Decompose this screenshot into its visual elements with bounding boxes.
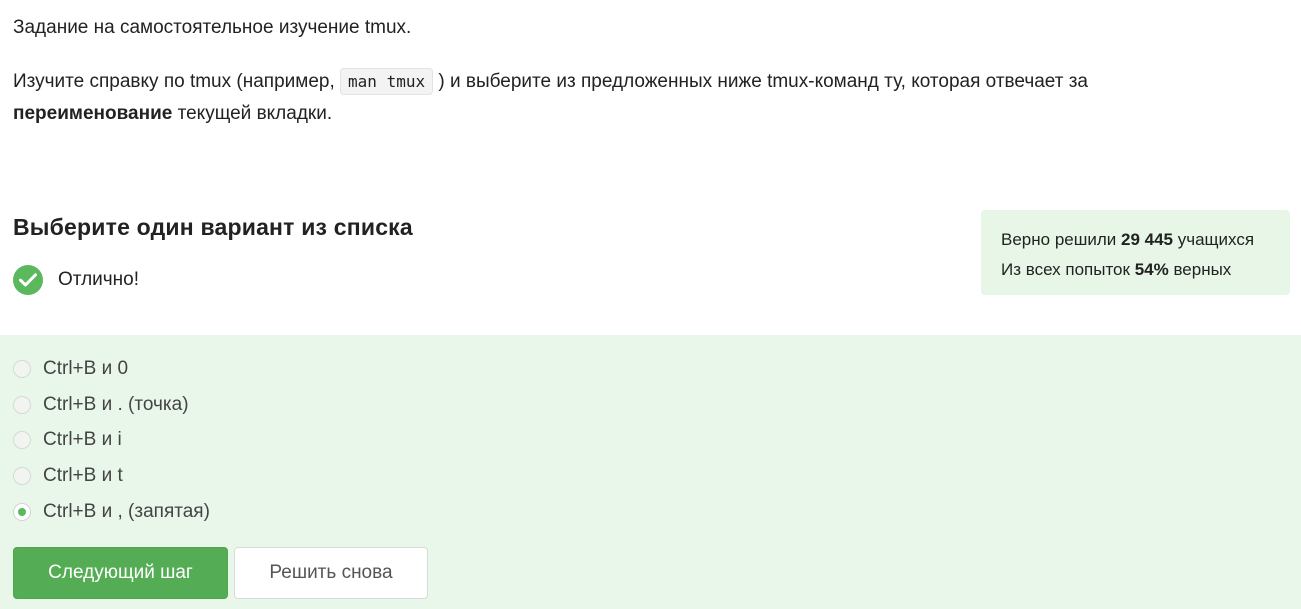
option-label[interactable]: Ctrl+B и . (точка) [43,394,189,416]
solve-stats-box: Верно решили 29 445 учащихся Из всех поп… [981,210,1290,295]
stats-solved-suffix: учащихся [1173,230,1255,249]
check-circle-icon [13,265,43,295]
choose-heading: Выберите один вариант из списка [13,214,413,240]
option-label[interactable]: Ctrl+B и 0 [43,358,128,380]
option-label[interactable]: Ctrl+B и , (запятая) [43,501,210,523]
task-title: Задание на самостоятельное изучение tmux… [13,17,412,38]
retry-button[interactable]: Решить снова [234,547,428,599]
option-ctrl-b-dot[interactable]: Ctrl+B и . (точка) [13,393,189,417]
result-text: Отлично! [58,269,140,290]
option-ctrl-b-i[interactable]: Ctrl+B и i [13,428,122,452]
radio-selected-dot [18,508,26,516]
quiz-step-page: Задание на самостоятельное изучение tmux… [0,0,1301,609]
task-description: Изучите справку по tmux (например, man t… [13,66,1283,130]
stats-solved-line: Верно решили 29 445 учащихся [1001,225,1290,255]
option-label[interactable]: Ctrl+B и i [43,429,122,451]
stats-percent-line: Из всех попыток 54% верных [1001,255,1290,285]
radio-button-selected[interactable] [13,503,31,521]
inline-code: man tmux [340,68,434,95]
stats-percent-prefix: Из всех попыток [1001,260,1135,279]
stats-solved-prefix: Верно решили [1001,230,1121,249]
option-ctrl-b-0[interactable]: Ctrl+B и 0 [13,357,128,381]
task-text-end: текущей вкладки. [172,103,333,124]
next-step-button[interactable]: Следующий шаг [13,547,228,599]
option-ctrl-b-t[interactable]: Ctrl+B и t [13,464,123,488]
option-ctrl-b-comma[interactable]: Ctrl+B и , (запятая) [13,500,210,524]
task-bold-word: переименование [13,103,173,124]
radio-button[interactable] [13,467,31,485]
task-text-after-code: ) и выберите из предложенных ниже tmux-к… [438,71,1088,92]
option-label[interactable]: Ctrl+B и t [43,465,123,487]
stats-solved-count: 29 445 [1121,230,1173,249]
radio-button[interactable] [13,360,31,378]
radio-button[interactable] [13,396,31,414]
stats-percent-suffix: верных [1168,260,1232,279]
task-text-before-code: Изучите справку по tmux (например, [13,71,341,92]
radio-button[interactable] [13,431,31,449]
result-feedback: Отлично! [13,265,139,295]
stats-percent-value: 54% [1134,260,1169,279]
